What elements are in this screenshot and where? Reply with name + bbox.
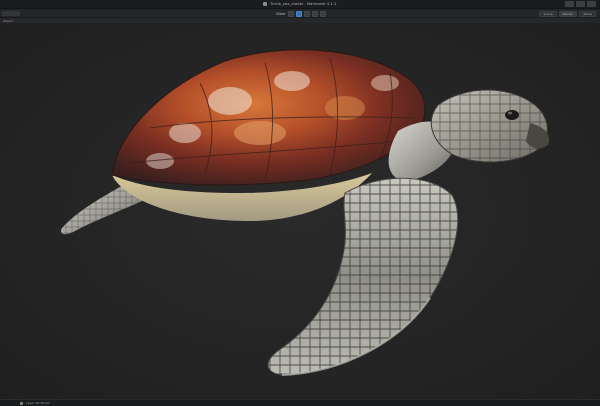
- minimize-icon[interactable]: [565, 1, 574, 7]
- grid-icon[interactable]: [319, 10, 326, 17]
- maximize-icon[interactable]: [576, 1, 585, 7]
- close-icon[interactable]: [587, 1, 596, 7]
- eye: [505, 110, 519, 120]
- title-bar: Turtle_sea_model - Marmoset 4.1.2: [0, 0, 600, 9]
- toolbar: Slider Scene Render Share: [0, 9, 600, 18]
- render-button[interactable]: Render: [558, 10, 578, 17]
- status-text: Layer 3D Model: [26, 401, 50, 405]
- 3d-viewport[interactable]: [0, 23, 600, 399]
- tool-label: Slider: [276, 11, 286, 16]
- app-icon: [263, 2, 268, 6]
- share-button[interactable]: Share: [579, 10, 596, 17]
- mode-buttons: Scene Render Share: [539, 10, 596, 17]
- window-title-group: Turtle_sea_model - Marmoset 4.1.2: [263, 2, 336, 6]
- move-icon[interactable]: [287, 10, 294, 17]
- window-title: Turtle_sea_model - Marmoset 4.1.2: [270, 2, 337, 6]
- scene-button[interactable]: Scene: [539, 10, 557, 17]
- viewport-tools: Slider: [276, 10, 326, 17]
- window-controls: [565, 1, 596, 7]
- object-label[interactable]: Object: [3, 19, 13, 23]
- sea-turtle-render: [60, 49, 550, 376]
- status-bar: Layer 3D Model: [0, 399, 600, 406]
- menu-button[interactable]: [2, 11, 20, 16]
- material-icon[interactable]: [311, 10, 318, 17]
- light-icon[interactable]: [303, 10, 310, 17]
- layer-icon: [20, 401, 23, 405]
- camera-icon[interactable]: [295, 10, 302, 17]
